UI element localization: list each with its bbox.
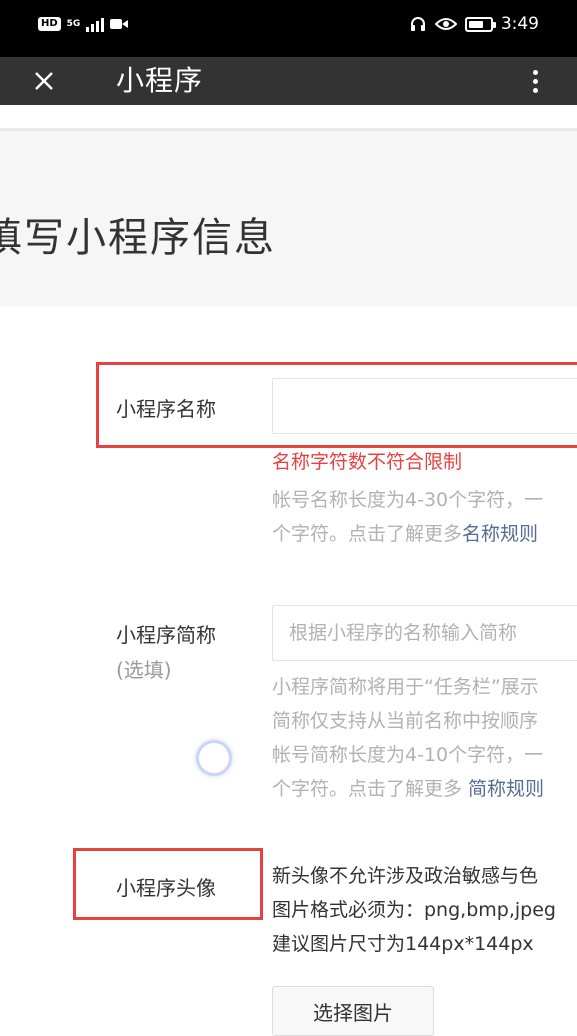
eye-icon [434,18,457,30]
short-name-tip-line3: 帐号简称长度为4-10个字符，一 [272,744,544,766]
name-input[interactable] [272,378,577,434]
signal-icon [86,16,105,32]
status-time: 3:49 [500,14,539,34]
more-button[interactable] [515,61,555,101]
short-name-optional: (选填) [116,658,172,682]
name-rules-link[interactable]: 名称规则 [462,523,538,545]
short-name-label: 小程序简称 [116,623,216,647]
name-error: 名称字符数不符合限制 [272,451,463,473]
battery-fill [468,20,483,28]
status-bar: HD 5G 3:49 [0,0,577,57]
avatar-desc-line1: 新头像不允许涉及政治敏感与色 [272,865,539,887]
short-name-rules-link[interactable]: 简称规则 [468,778,544,800]
more-dot [532,87,538,93]
more-vertical-icon [532,69,538,75]
short-name-tip-text: 个字符。点击了解更多 [272,778,469,800]
name-tip-line2: 个字符。点击了解更多名称规则 [272,518,538,550]
close-icon [35,72,53,90]
avatar-desc-line2: 图片格式必须为：png,bmp,jpeg [272,899,556,921]
hd-badge: HD [38,17,61,31]
avatar-label: 小程序头像 [116,876,216,900]
nav-title: 小程序 [116,64,204,97]
page-title: 填写小程序信息 [0,215,276,261]
name-label: 小程序名称 [116,397,216,421]
avatar-desc-line3: 建议图片尺寸为144px*144px [272,933,534,955]
loading-spinner-icon [196,740,232,776]
short-name-tip-line4: 个字符。点击了解更多 简称规则 [272,773,544,805]
status-right: 3:49 [409,14,539,34]
video-icon [110,19,129,29]
headphones-icon [410,17,425,31]
close-button[interactable] [24,61,64,101]
status-left: HD 5G [38,16,129,32]
network-label: 5G [66,19,81,29]
short-name-tip-line2: 简称仅支持从当前名称中按顺序 [272,710,539,732]
battery-icon [464,16,496,32]
short-name-input[interactable] [272,605,577,661]
nav-bar: 小程序 [0,57,577,105]
name-tip-line1: 帐号名称长度为4-30个字符，一 [272,489,544,511]
short-name-tip-line1: 小程序简称将用于“任务栏”展示 [272,676,539,698]
more-dot [532,78,538,84]
select-image-button[interactable]: 选择图片 [272,986,434,1036]
name-tip-text: 个字符。点击了解更多 [272,523,463,545]
